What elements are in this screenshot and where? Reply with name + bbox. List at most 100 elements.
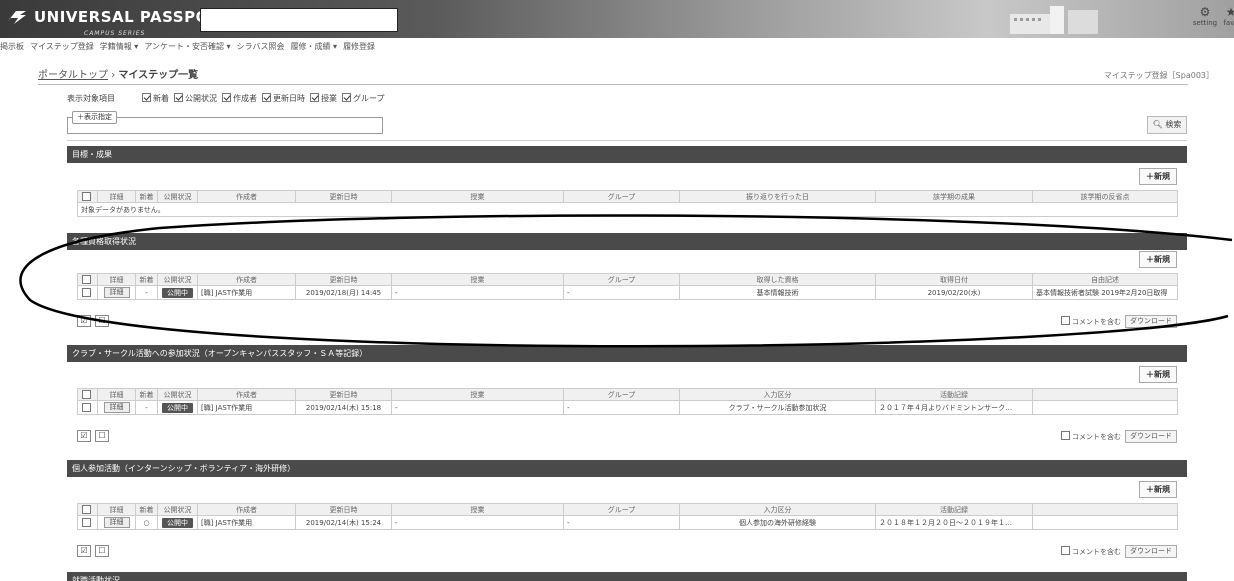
row-checkbox[interactable] (77, 400, 98, 415)
menu-item-mystep[interactable]: マイステップ登録 (30, 41, 94, 57)
check-all-button[interactable]: ☑ (77, 430, 91, 442)
download-button[interactable]: ダウンロード (1125, 430, 1177, 443)
empty-message: 対象データがありません。 (77, 202, 1178, 217)
filter-status-label: 公開状況 (185, 94, 217, 103)
search-button[interactable]: 🔍︎ 検索 (1147, 116, 1187, 134)
include-comment-checkbox[interactable]: コメントを含む (1061, 546, 1121, 557)
global-search-input[interactable] (200, 8, 398, 32)
column-header: 詳細 (97, 388, 136, 401)
empty-cell (1032, 400, 1178, 415)
select-all-checkbox[interactable] (77, 503, 98, 516)
detail-button[interactable]: 詳細 (103, 402, 130, 413)
input-category-cell: クラブ・サークル活動参加状況 (679, 400, 876, 415)
column-header: 授業 (391, 273, 564, 286)
download-button[interactable]: ダウンロード (1125, 315, 1177, 328)
new-cell: ○ (135, 515, 158, 530)
uncheck-all-button[interactable]: ☐ (95, 430, 109, 442)
free-text-cell: 基本情報技術者試験 2019年2月20日取得 (1032, 285, 1178, 300)
check-all-button[interactable]: ☑ (77, 315, 91, 327)
section-club-activities: クラブ・サークル活動への参加状況（オープンキャンパススタッフ・ＳＡ等記録） ＋新… (67, 345, 1187, 449)
new-button[interactable]: ＋新規 (1139, 481, 1177, 498)
setting-button[interactable]: ⚙ setting (1192, 5, 1218, 35)
select-all-checkbox[interactable] (77, 273, 98, 286)
menu-item-student-info[interactable]: 学籍情報 ▾ (100, 41, 139, 57)
filter-group-label: グループ (353, 94, 385, 103)
column-header: 新着 (135, 503, 158, 516)
select-all-checkbox[interactable] (77, 388, 98, 401)
column-header (1032, 388, 1178, 401)
top-header: UNIVERSAL PASSPORTRX CAMPUS SERIES ⚙ set… (0, 0, 1234, 38)
filter-new-checkbox[interactable]: 新着 (142, 93, 169, 104)
include-comment-label: コメントを含む (1072, 318, 1121, 326)
column-header: 作成者 (197, 273, 296, 286)
select-all-checkbox[interactable] (77, 190, 98, 203)
column-header (1032, 503, 1178, 516)
row-checkbox[interactable] (77, 285, 98, 300)
table-row: 詳細 - 公開中 [職] JAST作業用 2019/02/18(月) 14:45… (77, 285, 1178, 300)
section-title: クラブ・サークル活動への参加状況（オープンキャンパススタッフ・ＳＡ等記録） (67, 345, 1187, 362)
include-comment-label: コメントを含む (1072, 433, 1121, 441)
checkbox-icon (342, 93, 351, 102)
column-header: 公開状況 (157, 190, 198, 203)
column-header: 公開状況 (157, 388, 198, 401)
class-cell: - (391, 285, 564, 300)
uncheck-all-button[interactable]: ☐ (95, 545, 109, 557)
column-header: 入力区分 (679, 503, 876, 516)
column-header: グループ (563, 503, 680, 516)
row-checkbox[interactable] (77, 515, 98, 530)
detail-button[interactable]: 詳細 (103, 517, 130, 528)
detail-cell: 詳細 (97, 400, 136, 415)
breadcrumb-separator: › (111, 70, 116, 81)
table-header-row: 詳細 新着 公開状況 作成者 更新日時 授業 グループ 振り返りを行った日 該学… (77, 190, 1178, 203)
column-header: 該学期の成果 (875, 190, 1033, 203)
column-header: 自由記述 (1032, 273, 1178, 286)
table-header-row: 詳細 新着 公開状況 作成者 更新日時 授業 グループ 入力区分 活動記録 (77, 388, 1178, 401)
search-icon: 🔍︎ (1152, 120, 1163, 129)
filter-class-checkbox[interactable]: 授業 (310, 93, 337, 104)
new-button[interactable]: ＋新規 (1139, 251, 1177, 268)
column-header: 更新日時 (295, 388, 392, 401)
input-category-cell: 個人参加の海外研修経験 (679, 515, 876, 530)
activity-record-cell: ２０１８年１２月２０日～２０１９年１… (875, 515, 1033, 530)
column-header: 作成者 (197, 388, 296, 401)
checkbox-icon (142, 93, 151, 102)
favorite-label: favo (1223, 19, 1234, 27)
filter-updated-checkbox[interactable]: 更新日時 (262, 93, 305, 104)
include-comment-checkbox[interactable]: コメントを含む (1061, 431, 1121, 442)
download-controls: コメントを含む ダウンロード (1061, 315, 1177, 328)
menu-item-bulletin[interactable]: 掲示板 (0, 41, 24, 57)
new-button[interactable]: ＋新規 (1139, 168, 1177, 185)
menu-item-grades[interactable]: 履修・成績 ▾ (291, 41, 338, 57)
class-cell: - (391, 515, 564, 530)
menu-item-survey[interactable]: アンケート・安否確認 ▾ (144, 41, 230, 57)
author-cell: [職] JAST作業用 (197, 400, 296, 415)
uncheck-all-button[interactable]: ☐ (95, 315, 109, 327)
section-job-hunting: 就職活動状況 (67, 572, 1187, 581)
filter-group-checkbox[interactable]: グループ (342, 93, 385, 104)
include-comment-checkbox[interactable]: コメントを含む (1061, 316, 1121, 327)
checkbox-icon (82, 402, 91, 412)
favorite-button[interactable]: ★ favo (1218, 5, 1234, 35)
menu-item-syllabus[interactable]: シラバス照会 (237, 41, 285, 57)
breadcrumb-portal-link[interactable]: ポータルトップ (38, 70, 108, 81)
column-header: 授業 (391, 388, 564, 401)
status-cell: 公開中 (157, 285, 198, 300)
status-cell: 公開中 (157, 515, 198, 530)
download-button[interactable]: ダウンロード (1125, 545, 1177, 558)
check-all-button[interactable]: ☑ (77, 545, 91, 557)
filter-status-checkbox[interactable]: 公開状況 (174, 93, 217, 104)
filter-author-checkbox[interactable]: 作成者 (222, 93, 257, 104)
column-header: 該学期の反省点 (1032, 190, 1178, 203)
section-qualifications: 各種資格取得状況 ＋新規 詳細 新着 公開状況 作成者 更新日時 授業 グループ… (67, 233, 1187, 337)
section-individual-activities: 個人参加活動（インターンシップ・ボランティア・海外研修） ＋新規 詳細 新着 公… (67, 460, 1187, 564)
menu-item-registration[interactable]: 履修登録 (343, 41, 375, 57)
display-spec-toggle[interactable]: ＋表示指定 (72, 111, 117, 124)
divider (67, 140, 1187, 141)
column-header: 公開状況 (157, 503, 198, 516)
new-button[interactable]: ＋新規 (1139, 366, 1177, 383)
column-header: 更新日時 (295, 503, 392, 516)
setting-label: setting (1192, 19, 1218, 27)
table-row: 詳細 - 公開中 [職] JAST作業用 2019/02/14(木) 15:18… (77, 400, 1178, 415)
column-header: 作成者 (197, 190, 296, 203)
detail-button[interactable]: 詳細 (103, 287, 130, 298)
